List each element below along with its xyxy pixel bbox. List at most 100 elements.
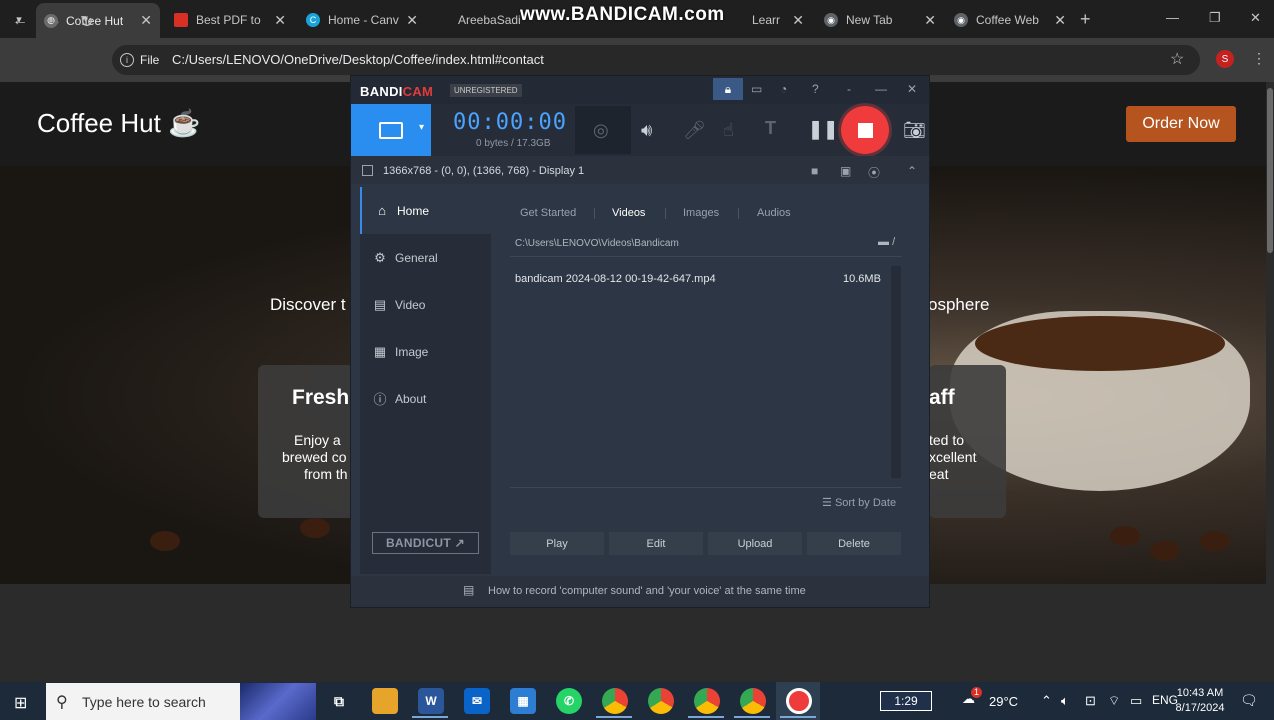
meet-now-icon[interactable]: ⊡ xyxy=(1085,693,1096,709)
lock-icon[interactable]: 🔒︎ xyxy=(713,78,743,100)
tab-images[interactable]: Images xyxy=(683,207,719,219)
forward-arrow-icon[interactable]: → xyxy=(46,12,62,30)
chrome-profile-icon[interactable] xyxy=(602,688,628,714)
speaker-icon[interactable]: 🔊︎ xyxy=(641,120,652,141)
chevron-up-icon[interactable]: ⌃ xyxy=(1041,693,1052,709)
tab-audios[interactable]: Audios xyxy=(757,207,791,219)
sidebar-item-home[interactable]: ⌂ Home xyxy=(360,187,491,234)
back-arrow-icon[interactable]: ← xyxy=(12,12,28,30)
sidebar-item-general[interactable]: ⚙ General xyxy=(360,234,491,281)
image-icon[interactable]: ▣ xyxy=(840,164,851,178)
file-list-item[interactable]: bandicam 2024-08-12 00-19-42-647.mp4 xyxy=(515,273,716,285)
help-icon[interactable]: ? xyxy=(812,82,819,96)
new-tab-button[interactable]: + xyxy=(1080,9,1091,30)
tab-canva[interactable]: C Home - Canv ✕ xyxy=(298,6,426,34)
tab-title: Coffee Hut xyxy=(66,13,124,28)
hero-text-right: osphere xyxy=(928,295,990,314)
stop-record-button[interactable] xyxy=(841,106,889,154)
minimize-icon[interactable]: — xyxy=(875,82,887,96)
tab-new-tab[interactable]: ◉ New Tab ✕ xyxy=(816,6,944,34)
reload-icon[interactable]: ↻ xyxy=(80,12,93,32)
edit-button[interactable]: Edit xyxy=(609,532,703,555)
close-icon[interactable]: ✕ xyxy=(907,82,917,96)
scrollbar-thumb[interactable] xyxy=(1267,88,1273,253)
bandicut-button[interactable]: BANDICUT ↗ xyxy=(372,532,479,554)
bandicam-titlebar[interactable] xyxy=(351,76,929,104)
search-highlight-image[interactable] xyxy=(240,683,316,720)
tab-videos[interactable]: Videos xyxy=(612,207,645,219)
running-indicator xyxy=(780,716,816,718)
tab-title: Best PDF to xyxy=(196,13,261,27)
tab-get-started[interactable]: Get Started xyxy=(520,207,576,219)
network-icon[interactable]: ⌔ xyxy=(1108,693,1120,709)
card-title-right: aff xyxy=(929,386,955,409)
chevron-up-icon[interactable]: ⌃ xyxy=(907,164,917,178)
tab-best-pdf[interactable]: Best PDF to ✕ xyxy=(166,6,294,34)
sidebar-item-video[interactable]: ▤ Video xyxy=(360,281,491,328)
url-text[interactable]: C:/Users/LENOVO/OneDrive/Desktop/Coffee/… xyxy=(172,52,544,67)
tab-title: Learr xyxy=(752,13,781,27)
close-icon[interactable]: ✕ xyxy=(1054,12,1066,29)
clock[interactable]: 10:43 AM 8/17/2024 xyxy=(1174,686,1226,716)
battery-icon[interactable]: ▭ xyxy=(1130,693,1142,709)
close-window-button[interactable]: ✕ xyxy=(1250,10,1261,26)
broadcast-icon[interactable]: ⦿ xyxy=(868,164,880,181)
mouse-click-icon[interactable]: ☝︎ xyxy=(723,120,734,141)
delete-button[interactable]: Delete xyxy=(807,532,901,555)
tab-areeba[interactable]: AreebaSadi xyxy=(450,6,522,34)
close-icon[interactable]: ✕ xyxy=(274,12,286,29)
weather-temp[interactable]: 29°C xyxy=(989,694,1018,709)
region-checkbox[interactable] xyxy=(362,165,373,176)
more-menu-icon[interactable]: ⋮ xyxy=(1252,50,1266,67)
bandicam-taskbar-icon[interactable] xyxy=(786,688,812,714)
tip-link[interactable]: How to record 'computer sound' and 'your… xyxy=(488,585,806,597)
store-icon[interactable]: ▦ xyxy=(510,688,536,714)
task-view-icon[interactable]: ⧉ xyxy=(326,688,352,714)
site-info-chip[interactable]: i File xyxy=(120,50,159,70)
word-icon[interactable]: W xyxy=(418,688,444,714)
play-button[interactable]: Play xyxy=(510,532,604,555)
text-overlay-icon[interactable]: T xyxy=(765,118,776,139)
volume-icon[interactable]: 🔈︎ xyxy=(1061,693,1069,709)
battery-timer[interactable]: 1:29 xyxy=(880,691,932,711)
chevron-down-icon[interactable]: ▾ xyxy=(419,122,424,133)
profile-avatar[interactable]: S xyxy=(1216,50,1234,68)
sort-by-date-button[interactable]: ☰ Sort by Date xyxy=(822,496,896,509)
pause-icon[interactable]: ❚❚ xyxy=(808,119,838,140)
chrome-profile-icon[interactable] xyxy=(694,688,720,714)
video-record-icon[interactable]: ■ xyxy=(811,164,818,178)
mail-icon[interactable]: ✉ xyxy=(464,688,490,714)
sidebar-item-about[interactable]: ⓘ About xyxy=(360,375,491,422)
microphone-icon[interactable]: 🎤︎ xyxy=(683,120,706,141)
close-icon[interactable]: ✕ xyxy=(924,12,936,29)
site-brand[interactable]: Coffee Hut ☕ xyxy=(37,108,200,139)
open-folder-button[interactable]: ▬ / xyxy=(878,236,895,248)
minimize-mini-icon[interactable]: - xyxy=(847,82,851,96)
tab-coffee-web[interactable]: ◉ Coffee Web ✕ xyxy=(946,6,1074,34)
minimize-button[interactable]: — xyxy=(1166,10,1179,25)
notification-icon[interactable]: 🗨︎ xyxy=(1240,692,1258,709)
search-placeholder[interactable]: Type here to search xyxy=(82,694,206,710)
unregistered-badge[interactable]: UNREGISTERED xyxy=(450,84,522,97)
folder-icon[interactable]: ▭ xyxy=(751,82,762,96)
upload-button[interactable]: Upload xyxy=(708,532,802,555)
recording-size: 0 bytes / 17.3GB xyxy=(476,138,551,149)
file-explorer-icon[interactable] xyxy=(372,688,398,714)
card-line: xcellent xyxy=(929,449,977,465)
chrome-icon[interactable] xyxy=(648,688,674,714)
sidebar-item-image[interactable]: ▦ Image xyxy=(360,328,491,375)
order-now-button[interactable]: Order Now xyxy=(1126,106,1236,142)
file-list-scrollbar[interactable] xyxy=(891,266,901,478)
restore-button[interactable]: ❐ xyxy=(1209,10,1221,26)
close-icon[interactable]: ✕ xyxy=(406,12,418,29)
camera-icon[interactable]: 📷︎ xyxy=(903,120,926,141)
close-icon[interactable]: ✕ xyxy=(792,12,804,29)
close-icon[interactable]: ✕ xyxy=(140,12,152,29)
bookmark-star-icon[interactable]: ☆ xyxy=(1170,49,1184,69)
whatsapp-icon[interactable]: ✆ xyxy=(556,688,582,714)
clock-icon[interactable]: ◔ xyxy=(780,82,787,96)
bandicam-logo: BANDICAM xyxy=(360,84,434,99)
tab-learn[interactable]: Learr ✕ xyxy=(744,6,808,34)
chrome-profile-icon[interactable] xyxy=(740,688,766,714)
windows-start-icon[interactable]: ⊞ xyxy=(14,693,27,713)
